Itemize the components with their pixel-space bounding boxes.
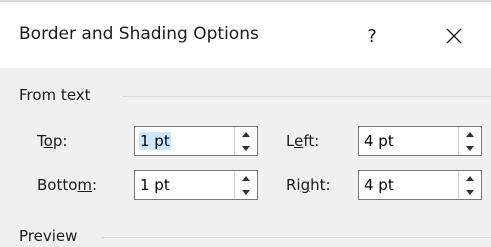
bottom-increment-button[interactable] bbox=[235, 171, 256, 185]
left-decrement-button[interactable] bbox=[459, 141, 480, 155]
left-value[interactable]: 4 pt bbox=[363, 132, 395, 150]
right-spin-arrows bbox=[458, 171, 481, 199]
right-decrement-button[interactable] bbox=[459, 185, 480, 199]
close-button[interactable] bbox=[434, 16, 474, 56]
top-label: Top: bbox=[37, 132, 68, 150]
bottom-spin-arrows bbox=[234, 171, 257, 199]
preview-group-divider bbox=[102, 237, 491, 238]
close-icon bbox=[446, 28, 462, 44]
arrow-down-icon bbox=[465, 189, 474, 195]
arrow-up-icon bbox=[465, 131, 474, 137]
arrow-up-icon bbox=[241, 175, 250, 181]
top-value[interactable]: 1 pt bbox=[139, 132, 171, 150]
bottom-label: Bottom: bbox=[37, 176, 98, 194]
left-spin-arrows bbox=[458, 127, 481, 155]
dialog-titlebar: Border and Shading Options ? bbox=[0, 2, 491, 68]
help-button[interactable]: ? bbox=[354, 16, 390, 56]
right-spinner[interactable]: 4 pt bbox=[358, 170, 482, 200]
preview-group-label: Preview bbox=[19, 227, 78, 245]
top-decrement-button[interactable] bbox=[235, 141, 256, 155]
right-label: Right: bbox=[286, 176, 331, 194]
arrow-down-icon bbox=[241, 145, 250, 151]
arrow-up-icon bbox=[465, 175, 474, 181]
bottom-value[interactable]: 1 pt bbox=[139, 176, 171, 194]
left-spinner[interactable]: 4 pt bbox=[358, 126, 482, 156]
arrow-down-icon bbox=[241, 189, 250, 195]
top-increment-button[interactable] bbox=[235, 127, 256, 141]
dialog-title: Border and Shading Options bbox=[19, 24, 259, 44]
from-text-group-divider bbox=[122, 96, 491, 97]
right-value[interactable]: 4 pt bbox=[363, 176, 395, 194]
left-label: Left: bbox=[286, 132, 320, 150]
right-increment-button[interactable] bbox=[459, 171, 480, 185]
dialog-body: From text Top: 1 pt Left: 4 pt Bottom: 1… bbox=[0, 68, 491, 247]
arrow-down-icon bbox=[465, 145, 474, 151]
arrow-up-icon bbox=[241, 131, 250, 137]
bottom-spinner[interactable]: 1 pt bbox=[134, 170, 258, 200]
bottom-decrement-button[interactable] bbox=[235, 185, 256, 199]
top-spinner[interactable]: 1 pt bbox=[134, 126, 258, 156]
left-increment-button[interactable] bbox=[459, 127, 480, 141]
from-text-group-label: From text bbox=[19, 86, 91, 104]
top-spin-arrows bbox=[234, 127, 257, 155]
